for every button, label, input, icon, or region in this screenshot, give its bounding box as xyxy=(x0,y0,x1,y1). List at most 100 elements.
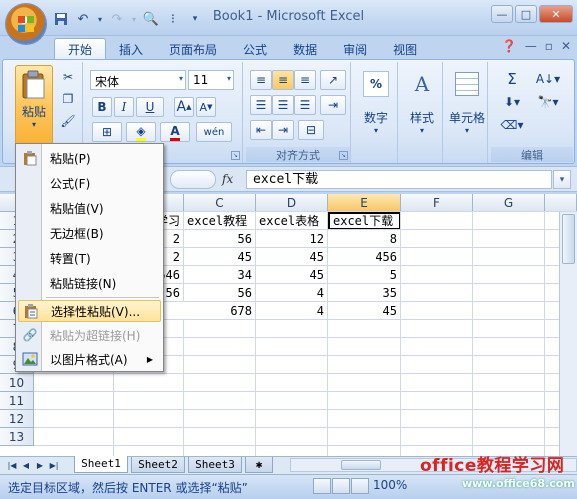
menu-item-paste-values[interactable]: 粘贴值(V) xyxy=(18,197,161,219)
align-middle-icon[interactable]: ≡ xyxy=(272,70,294,90)
insert-function-icon[interactable]: fx xyxy=(222,172,233,186)
scrollbar-thumb[interactable] xyxy=(562,214,575,264)
borders-icon[interactable]: ⊞ xyxy=(92,122,122,142)
maximize-button[interactable]: □ xyxy=(515,5,537,23)
table-cell[interactable]: 678 xyxy=(184,302,256,320)
table-cell[interactable]: excel教程 xyxy=(184,212,256,230)
insert-sheet-icon[interactable]: ✱ xyxy=(245,457,273,473)
tab-data[interactable]: 数据 xyxy=(280,38,330,60)
minimize-button[interactable]: — xyxy=(491,5,513,23)
normal-view-icon[interactable] xyxy=(313,478,331,494)
grow-font-icon[interactable]: A ▲ xyxy=(174,97,194,117)
menu-item-paste[interactable]: 粘贴(P) xyxy=(18,147,161,169)
number-format-button[interactable]: % 数字 ▾ xyxy=(359,68,393,140)
menu-item-transpose[interactable]: 转置(T) xyxy=(18,247,161,269)
ribbon-close-icon[interactable]: ✕ xyxy=(561,39,571,53)
menu-item-paste-special[interactable]: 选择性粘贴(V)... xyxy=(18,300,161,322)
align-center-icon[interactable]: ☰ xyxy=(272,95,294,115)
align-bottom-icon[interactable]: ≡ xyxy=(294,70,316,90)
menu-item-formulas[interactable]: 公式(F) xyxy=(18,172,161,194)
sheet-tab-3[interactable]: Sheet3 xyxy=(188,457,242,473)
table-cell[interactable]: 5 xyxy=(328,266,401,284)
office-button[interactable] xyxy=(6,4,46,44)
increase-indent-icon[interactable]: ⇥ xyxy=(272,120,294,140)
column-header-c[interactable]: C xyxy=(184,194,256,212)
wrap-text-icon[interactable]: ⇥ xyxy=(320,95,346,115)
column-header-e[interactable]: E xyxy=(328,194,401,212)
active-cell[interactable]: excel下载 xyxy=(328,212,401,230)
font-name-field[interactable]: 宋体 ▾ xyxy=(90,70,186,90)
underline-button[interactable]: U xyxy=(136,97,164,117)
ribbon-restore-icon[interactable]: ▫ xyxy=(545,39,553,53)
table-cell[interactable]: 56 xyxy=(184,230,256,248)
decrease-indent-icon[interactable]: ⇤ xyxy=(250,120,272,140)
row-header[interactable]: 11 xyxy=(0,392,34,410)
table-cell[interactable]: 4 xyxy=(256,284,328,302)
column-header-d[interactable]: D xyxy=(256,194,328,212)
column-header-h[interactable] xyxy=(545,194,577,212)
close-button[interactable]: ✕ xyxy=(539,5,573,23)
find-select-icon[interactable]: 🔭▾ xyxy=(531,92,565,112)
font-size-field[interactable]: 11 ▾ xyxy=(188,70,234,90)
align-right-icon[interactable]: ☰ xyxy=(294,95,316,115)
table-cell[interactable]: 8 xyxy=(328,230,401,248)
autosum-icon[interactable]: Σ xyxy=(497,69,527,89)
cut-icon[interactable]: ✂ xyxy=(59,68,77,86)
tab-insert[interactable]: 插入 xyxy=(106,38,156,60)
zoom-level[interactable]: 100% xyxy=(373,478,407,492)
alignment-launcher-icon[interactable]: ↘ xyxy=(339,151,348,160)
expand-formula-bar-icon[interactable]: ▾ xyxy=(553,170,571,189)
menu-item-as-picture[interactable]: 以图片格式(A) ▶ xyxy=(18,348,161,370)
tab-review[interactable]: 审阅 xyxy=(330,38,380,60)
table-cell[interactable]: 45 xyxy=(328,302,401,320)
table-cell[interactable]: 34 xyxy=(184,266,256,284)
column-header-g[interactable]: G xyxy=(473,194,545,212)
ribbon-minimize-icon[interactable]: — xyxy=(525,39,537,53)
fill-icon[interactable]: ⬇▾ xyxy=(497,92,527,112)
shrink-font-icon[interactable]: A ▼ xyxy=(196,97,216,117)
formula-input[interactable]: excel下载 xyxy=(246,170,552,189)
next-sheet-icon[interactable]: ▶ xyxy=(34,458,46,472)
table-cell[interactable]: 456 xyxy=(328,248,401,266)
tab-home[interactable]: 开始 xyxy=(54,38,107,60)
scrollbar-thumb[interactable] xyxy=(341,460,381,470)
paste-button[interactable]: 粘贴 ▾ xyxy=(15,65,53,145)
fill-color-icon[interactable]: ◈ xyxy=(126,122,156,142)
tab-view[interactable]: 视图 xyxy=(380,38,430,60)
cells-button[interactable]: 单元格 ▾ xyxy=(448,68,486,140)
first-sheet-icon[interactable]: |◀ xyxy=(6,458,18,472)
sort-filter-icon[interactable]: A↓▾ xyxy=(531,69,565,89)
formula-cancel-enter[interactable] xyxy=(170,170,216,189)
table-cell[interactable]: 4 xyxy=(256,302,328,320)
merge-center-icon[interactable]: ⊟ xyxy=(298,120,324,140)
tab-page-layout[interactable]: 页面布局 xyxy=(156,38,230,60)
help-icon[interactable]: ❓ xyxy=(502,39,517,53)
orientation-icon[interactable]: ↗ xyxy=(320,70,346,90)
last-sheet-icon[interactable]: ▶| xyxy=(48,458,60,472)
align-left-icon[interactable]: ☰ xyxy=(250,95,272,115)
font-launcher-icon[interactable]: ↘ xyxy=(231,151,240,160)
table-cell[interactable]: 45 xyxy=(256,248,328,266)
table-cell[interactable]: 45 xyxy=(256,266,328,284)
sheet-tab-1[interactable]: Sheet1 xyxy=(74,456,128,473)
font-color-icon[interactable]: A xyxy=(160,122,190,142)
row-header[interactable]: 10 xyxy=(0,374,34,392)
column-header-f[interactable]: F xyxy=(401,194,473,212)
table-cell[interactable] xyxy=(473,212,545,230)
row-header[interactable]: 13 xyxy=(0,428,34,446)
table-cell[interactable] xyxy=(401,212,473,230)
table-cell[interactable]: 56 xyxy=(184,284,256,302)
clear-icon[interactable]: ⌫▾ xyxy=(497,115,527,135)
page-break-view-icon[interactable] xyxy=(351,478,369,494)
bold-button[interactable]: B xyxy=(92,97,112,117)
prev-sheet-icon[interactable]: ◀ xyxy=(20,458,32,472)
table-cell[interactable]: 35 xyxy=(328,284,401,302)
phonetic-icon[interactable]: wén xyxy=(196,122,232,142)
table-cell[interactable]: 45 xyxy=(184,248,256,266)
table-cell[interactable]: excel表格 xyxy=(256,212,328,230)
italic-button[interactable]: I xyxy=(114,97,134,117)
menu-item-no-borders[interactable]: 无边框(B) xyxy=(18,222,161,244)
table-cell[interactable]: 12 xyxy=(256,230,328,248)
row-header[interactable]: 12 xyxy=(0,410,34,428)
format-painter-icon[interactable]: 🖌 xyxy=(59,112,77,130)
